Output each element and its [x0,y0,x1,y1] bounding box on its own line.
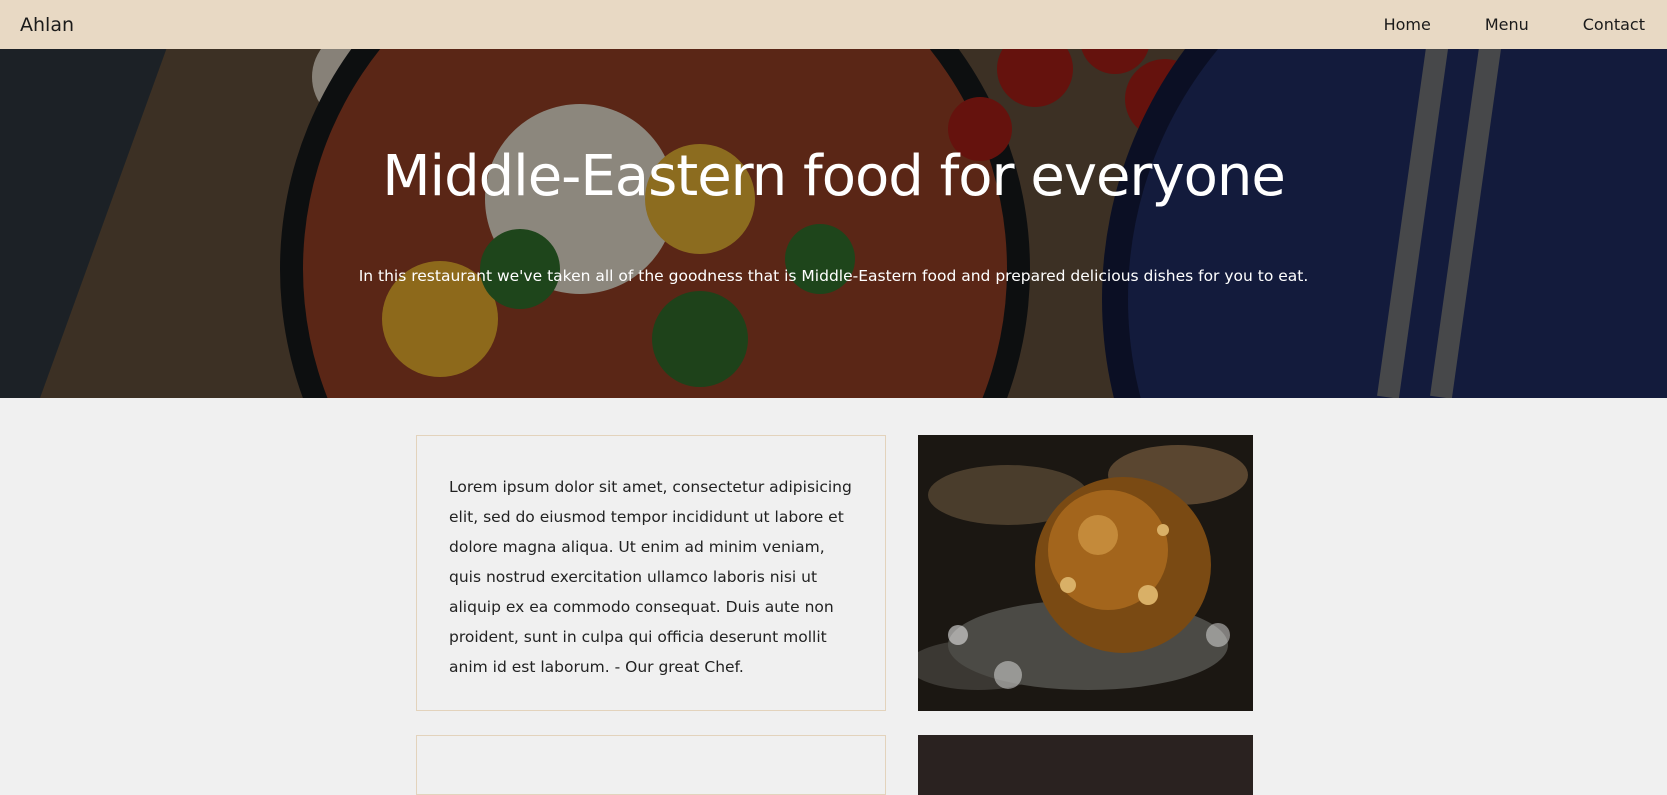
nav-link-menu[interactable]: Menu [1485,15,1529,34]
second-card [416,735,886,795]
top-navbar: Ahlan Home Menu Contact [0,0,1667,49]
nav-link-contact[interactable]: Contact [1583,15,1645,34]
hero-title: Middle-Eastern food for everyone [382,144,1286,209]
second-dish-image [918,735,1253,795]
hero-background-image [0,49,1667,398]
chef-quote-card: Lorem ipsum dolor sit amet, consectetur … [416,435,886,711]
hero-subtitle: In this restaurant we've taken all of th… [358,267,1309,285]
brand-logo-link[interactable]: Ahlan [20,14,74,36]
nav-link-home[interactable]: Home [1384,15,1431,34]
chef-quote-text: Lorem ipsum dolor sit amet, consectetur … [449,478,852,676]
falafel-photo [918,435,1253,711]
nav-links: Home Menu Contact [1330,15,1667,34]
hero-banner: Middle-Eastern food for everyone In this… [0,49,1667,398]
falafel-image [918,435,1253,711]
